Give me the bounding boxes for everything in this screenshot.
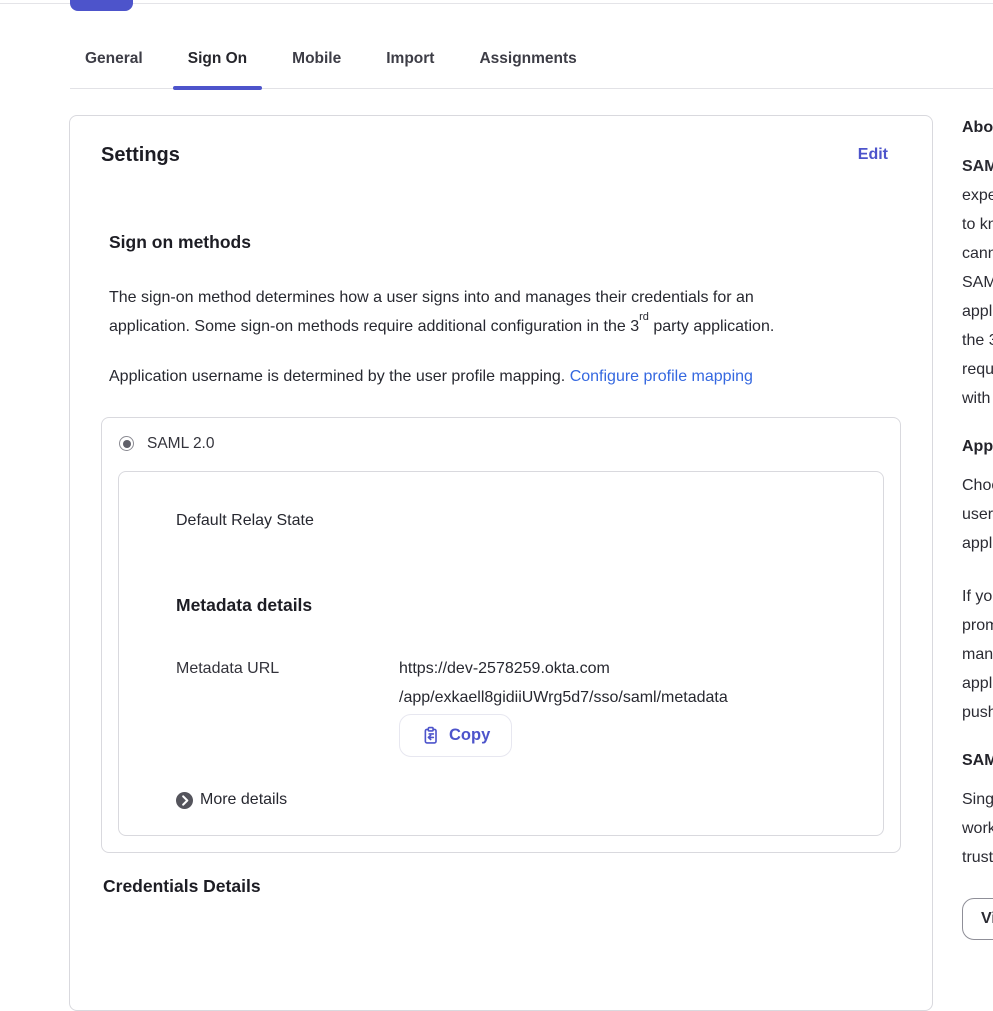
radio-selected-icon[interactable] <box>119 436 134 451</box>
help-sidebar: About SAML 2.0 streamlines the end user … <box>962 118 993 940</box>
metadata-url-label: Metadata URL <box>176 654 399 757</box>
more-details-label: More details <box>200 791 287 809</box>
copy-button-label: Copy <box>449 726 490 745</box>
sign-on-description: The sign-on method determines how a user… <box>109 283 901 341</box>
about-line-1: SAML 2.0 streamlines the end user <box>962 158 993 175</box>
view-setup-instructions-button[interactable]: View Setup Instructions <box>962 898 993 940</box>
chevron-right-circle-icon <box>176 792 193 809</box>
description-line-2: application. Some sign-on methods requir… <box>109 318 639 335</box>
saml-setup-heading: SAML Setup <box>962 751 993 771</box>
tab-mobile[interactable]: Mobile <box>277 38 356 88</box>
sign-on-methods-heading: Sign on methods <box>109 231 901 253</box>
top-divider <box>0 3 993 4</box>
metadata-details-heading: Metadata details <box>176 594 839 616</box>
description-line-1: The sign-on method determines how a user… <box>109 289 754 306</box>
username-note-text: Application username is determined by th… <box>109 368 565 385</box>
ordinal-superscript: rd <box>639 311 649 323</box>
metadata-url-line-1: https://dev-2578259.okta.com <box>399 660 610 677</box>
application-username-heading: Application Username <box>962 437 993 457</box>
metadata-url-row: Metadata URL https://dev-2578259.okta.co… <box>176 654 839 757</box>
application-username-paragraph-1: Choose a format to use as the default us… <box>962 471 993 558</box>
saml-radio-label: SAML 2.0 <box>147 435 215 453</box>
saml-radio-row[interactable]: SAML 2.0 <box>118 434 884 453</box>
description-line-2-end: party application. <box>649 318 774 335</box>
top-blue-button-fragment[interactable] <box>70 0 133 11</box>
copy-button[interactable]: Copy <box>399 714 512 757</box>
metadata-url-line-2: /app/exkaell8gidiiUWrg5d7/sso/saml/metad… <box>399 689 728 706</box>
tab-import[interactable]: Import <box>371 38 449 88</box>
configure-profile-mapping-link[interactable]: Configure profile mapping <box>570 368 753 385</box>
application-username-paragraph-2: If you select None you will be prompted … <box>962 582 993 727</box>
username-mapping-note: Application username is determined by th… <box>109 362 901 391</box>
about-paragraph: SAML 2.0 streamlines the end user experi… <box>962 152 993 413</box>
saml-option-box: SAML 2.0 Default Relay State Metadata de… <box>101 417 901 853</box>
settings-card: Settings Edit Sign on methods The sign-o… <box>69 115 933 1011</box>
more-details-toggle[interactable]: More details <box>176 791 839 809</box>
settings-title: Settings <box>101 143 180 168</box>
metadata-url-value-column: https://dev-2578259.okta.com/app/exkaell… <box>399 654 728 757</box>
credentials-details-heading: Credentials Details <box>103 875 901 897</box>
metadata-url-value: https://dev-2578259.okta.com/app/exkaell… <box>399 654 728 712</box>
about-heading: About <box>962 118 993 138</box>
settings-card-header: Settings Edit <box>101 143 901 168</box>
tab-assignments[interactable]: Assignments <box>464 38 591 88</box>
about-lines: experience by not requiring the user to … <box>962 181 993 413</box>
default-relay-state-label: Default Relay State <box>176 511 839 530</box>
copy-clipboard-icon <box>421 726 440 745</box>
tab-general[interactable]: General <box>70 38 158 88</box>
edit-button[interactable]: Edit <box>858 146 888 164</box>
tab-sign-on[interactable]: Sign On <box>173 38 262 88</box>
saml-details-box: Default Relay State Metadata details Met… <box>118 471 884 836</box>
saml-setup-paragraph: Single Sign On using SAML will not work … <box>962 785 993 872</box>
app-tab-bar: General Sign On Mobile Import Assignment… <box>70 38 993 89</box>
